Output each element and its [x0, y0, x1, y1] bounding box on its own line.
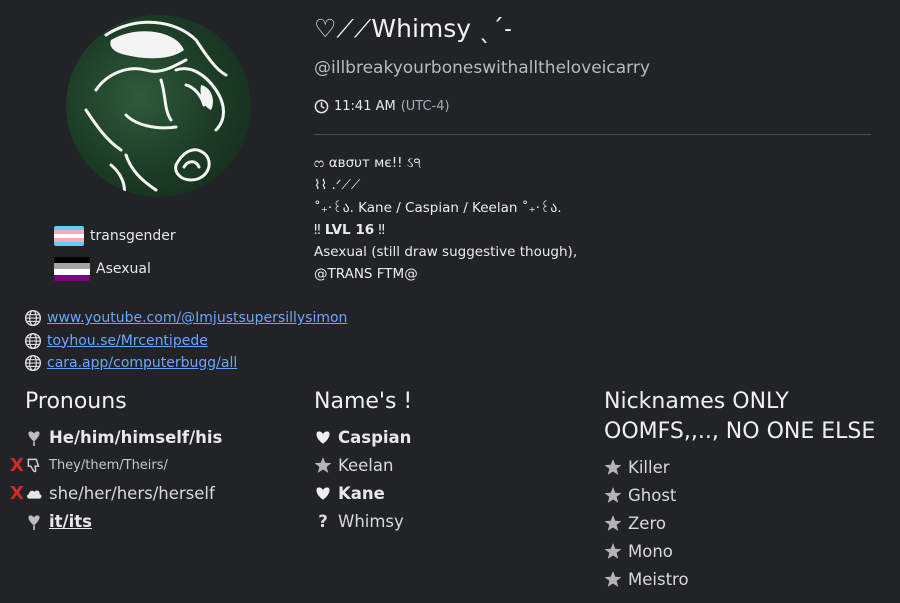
heart-icon	[316, 431, 330, 444]
star-icon	[604, 487, 622, 503]
pronouns-section: Pronouns He/him/himself/his X They/them/…	[10, 387, 222, 535]
question-mark-icon: ?	[318, 511, 328, 531]
heart-icon	[316, 487, 330, 500]
timezone: (UTC-4)	[400, 99, 450, 114]
x-mark-icon: X	[10, 482, 24, 504]
flag-label: Asexual	[96, 261, 151, 277]
nickname-item: Killer	[604, 453, 875, 481]
flag-asexual: Asexual	[54, 257, 151, 281]
time-value: 11:41 AM	[334, 99, 396, 114]
pronoun-item: X They/them/Theirs/	[10, 454, 168, 476]
star-icon	[604, 459, 622, 475]
bio-line: ˚₊‧꒰ა. Kane / Caspian / Keelan ˚₊‧꒰ა.	[314, 199, 562, 216]
flag-transgender: transgender	[54, 226, 176, 246]
heart-pin-icon	[28, 515, 40, 530]
star-icon	[314, 457, 332, 473]
nicknames-section: Nicknames ONLY OOMFS,,.., NO ONE ELSE Ki…	[604, 387, 875, 593]
cara-link[interactable]: cara.app/computerbugg/all	[47, 352, 237, 375]
bio-line: ⌇⌇ .ᐟ⟋⟋	[314, 177, 361, 194]
profile-avatar[interactable]	[66, 15, 251, 197]
pronoun-item[interactable]: it/its	[25, 507, 222, 535]
nickname-item: Meistro	[604, 565, 875, 593]
display-name: ♡⟋⟋Whimsy ˎˊ˗	[314, 14, 512, 43]
link-item: toyhou.se/Mrcentipede	[24, 330, 347, 353]
bio: ᦂ αвσυт мє!! ઽ੧ ⌇⌇ .ᐟ⟋⟋ ˚₊‧꒰ა. Kane / Ca…	[314, 152, 577, 286]
pronoun-item: He/him/himself/his	[25, 423, 222, 451]
thumbs-down-icon	[27, 458, 40, 473]
cloud-icon	[27, 490, 42, 499]
bio-line: @TRANS FTM@	[314, 266, 418, 283]
link-item: cara.app/computerbugg/all	[24, 352, 347, 375]
avatar-drawing	[84, 20, 228, 197]
link-item: www.youtube.com/@Imjustsupersillysimon	[24, 307, 347, 330]
star-icon	[604, 515, 622, 531]
names-title: Name's !	[314, 389, 413, 414]
toyhouse-link[interactable]: toyhou.se/Mrcentipede	[47, 330, 208, 353]
pronouns-title: Pronouns	[25, 389, 127, 414]
flag-label: transgender	[90, 228, 176, 244]
bio-line: Asexual (still draw suggestive though),	[314, 244, 578, 261]
user-handle: @illbreakyourboneswithalltheloveicarry	[314, 58, 650, 78]
globe-icon	[24, 332, 42, 349]
clock-icon	[314, 99, 329, 114]
star-icon	[604, 543, 622, 559]
asexual-flag-icon	[54, 257, 90, 281]
star-icon	[604, 571, 622, 587]
name-item: Kane	[314, 479, 412, 507]
header-divider	[314, 134, 871, 135]
bio-line: ‼ LVL 16 ‼	[314, 221, 385, 238]
names-section: Name's ! Caspian Keelan Kane ? Whimsy	[314, 387, 412, 535]
youtube-link[interactable]: www.youtube.com/@Imjustsupersillysimon	[47, 307, 347, 330]
heart-pin-icon	[28, 431, 40, 446]
name-item: Caspian	[314, 423, 412, 451]
nickname-item: Mono	[604, 537, 875, 565]
links-list: www.youtube.com/@Imjustsupersillysimon t…	[24, 307, 347, 375]
local-time: 11:41 AM (UTC-4)	[314, 99, 450, 114]
x-mark-icon: X	[10, 454, 24, 476]
bio-line: ᦂ αвσυт мє!! ઽ੧	[314, 155, 421, 171]
transgender-flag-icon	[54, 226, 84, 246]
name-item: ? Whimsy	[314, 507, 412, 535]
name-item: Keelan	[314, 451, 412, 479]
nicknames-title: Nicknames ONLY OOMFS,,.., NO ONE ELSE	[604, 389, 876, 444]
nicknames-list: Killer Ghost Zero Mono Meistro	[604, 453, 875, 593]
pronoun-item: X she/her/hers/herself	[10, 482, 215, 504]
globe-icon	[24, 310, 42, 327]
level-text: LVL 16	[324, 221, 375, 238]
nickname-item: Ghost	[604, 481, 875, 509]
nickname-item: Zero	[604, 509, 875, 537]
globe-icon	[24, 355, 42, 372]
